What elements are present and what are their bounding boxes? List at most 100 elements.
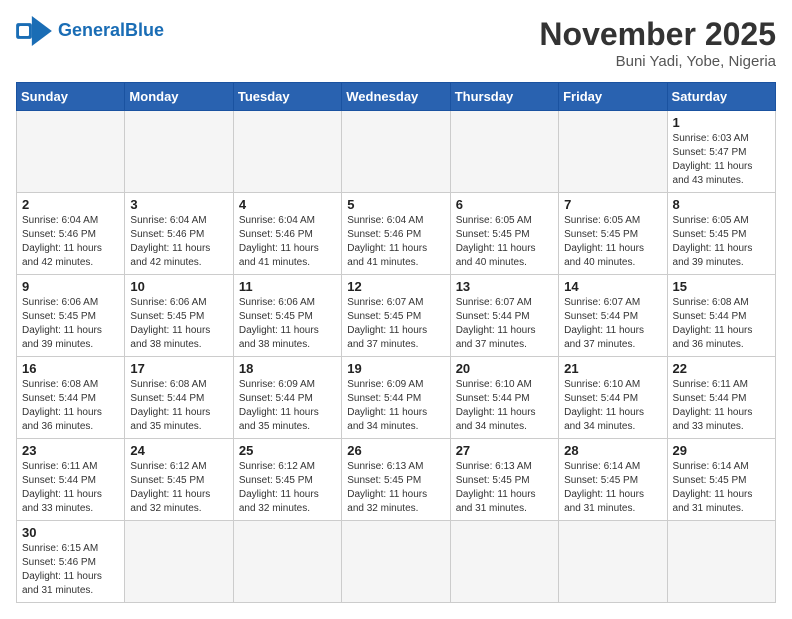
day-info: Sunrise: 6:10 AM Sunset: 5:44 PM Dayligh… [564,378,661,434]
calendar-day-cell: 9 Sunrise: 6:06 AM Sunset: 5:45 PM Daylig… [17,275,125,357]
day-info: Sunrise: 6:06 AM Sunset: 5:45 PM Dayligh… [130,296,227,352]
month-title: November 2025 [539,16,776,53]
day-number: 27 [456,443,553,458]
calendar-day-cell [450,111,558,193]
day-number: 13 [456,279,553,294]
calendar-week-row: 2Sunrise: 6:04 AM Sunset: 5:46 PM Daylig… [17,193,776,275]
calendar-day-cell [125,521,233,603]
day-info: Sunrise: 6:08 AM Sunset: 5:44 PM Dayligh… [22,378,119,434]
day-number: 10 [130,279,227,294]
calendar-day-cell: 27Sunrise: 6:13 AM Sunset: 5:45 PM Dayli… [450,439,558,521]
calendar-day-cell: 20 Sunrise: 6:10 AM Sunset: 5:44 PM Dayli… [450,357,558,439]
day-number: 17 [130,361,227,376]
day-number: 9 [22,279,119,294]
day-info: Sunrise: 6:11 AM Sunset: 5:44 PM Dayligh… [673,378,770,434]
day-info: Sunrise: 6:07 AM Sunset: 5:44 PM Dayligh… [456,296,553,352]
day-number: 7 [564,197,661,212]
calendar-day-cell: 6 Sunrise: 6:05 AM Sunset: 5:45 PM Daylig… [450,193,558,275]
day-number: 24 [130,443,227,458]
day-info: Sunrise: 6:03 AM Sunset: 5:47 PM Dayligh… [673,132,770,188]
calendar-day-cell: 30 Sunrise: 6:15 AM Sunset: 5:46 PM Dayli… [17,521,125,603]
day-number: 18 [239,361,336,376]
day-number: 15 [673,279,770,294]
logo: GeneralBlue [16,16,164,46]
calendar-week-row: 30 Sunrise: 6:15 AM Sunset: 5:46 PM Dayli… [17,521,776,603]
calendar-day-cell: 19Sunrise: 6:09 AM Sunset: 5:44 PM Dayli… [342,357,450,439]
day-number: 12 [347,279,444,294]
day-number: 6 [456,197,553,212]
day-info: Sunrise: 6:04 AM Sunset: 5:46 PM Dayligh… [239,214,336,270]
day-number: 3 [130,197,227,212]
calendar-week-row: 9 Sunrise: 6:06 AM Sunset: 5:45 PM Daylig… [17,275,776,357]
calendar-day-cell: 14 Sunrise: 6:07 AM Sunset: 5:44 PM Dayli… [559,275,667,357]
calendar-day-cell: 7 Sunrise: 6:05 AM Sunset: 5:45 PM Daylig… [559,193,667,275]
calendar-day-cell [233,521,341,603]
calendar-day-cell: 21Sunrise: 6:10 AM Sunset: 5:44 PM Dayli… [559,357,667,439]
calendar-day-cell: 23 Sunrise: 6:11 AM Sunset: 5:44 PM Dayli… [17,439,125,521]
location: Buni Yadi, Yobe, Nigeria [539,53,776,70]
calendar-day-cell: 10 Sunrise: 6:06 AM Sunset: 5:45 PM Dayli… [125,275,233,357]
day-number: 5 [347,197,444,212]
calendar-day-cell [17,111,125,193]
day-number: 20 [456,361,553,376]
calendar-day-cell: 5 Sunrise: 6:04 AM Sunset: 5:46 PM Daylig… [342,193,450,275]
page-header: GeneralBlue November 2025 Buni Yadi, Yob… [16,16,776,70]
calendar-day-cell: 17Sunrise: 6:08 AM Sunset: 5:44 PM Dayli… [125,357,233,439]
calendar-day-cell [342,111,450,193]
calendar-day-cell [559,111,667,193]
title-block: November 2025 Buni Yadi, Yobe, Nigeria [539,16,776,70]
calendar-day-cell: 4 Sunrise: 6:04 AM Sunset: 5:46 PM Daylig… [233,193,341,275]
calendar-day-cell: 25Sunrise: 6:12 AM Sunset: 5:45 PM Dayli… [233,439,341,521]
day-info: Sunrise: 6:15 AM Sunset: 5:46 PM Dayligh… [22,542,119,598]
weekday-header: Monday [125,83,233,111]
day-number: 4 [239,197,336,212]
day-info: Sunrise: 6:08 AM Sunset: 5:44 PM Dayligh… [673,296,770,352]
day-info: Sunrise: 6:04 AM Sunset: 5:46 PM Dayligh… [347,214,444,270]
day-info: Sunrise: 6:05 AM Sunset: 5:45 PM Dayligh… [673,214,770,270]
day-info: Sunrise: 6:05 AM Sunset: 5:45 PM Dayligh… [564,214,661,270]
weekday-header: Sunday [17,83,125,111]
day-number: 8 [673,197,770,212]
day-info: Sunrise: 6:05 AM Sunset: 5:45 PM Dayligh… [456,214,553,270]
day-info: Sunrise: 6:10 AM Sunset: 5:44 PM Dayligh… [456,378,553,434]
day-info: Sunrise: 6:04 AM Sunset: 5:46 PM Dayligh… [22,214,119,270]
day-info: Sunrise: 6:06 AM Sunset: 5:45 PM Dayligh… [239,296,336,352]
logo-blue: Blue [125,20,164,40]
calendar-day-cell: 18 Sunrise: 6:09 AM Sunset: 5:44 PM Dayli… [233,357,341,439]
weekday-header: Saturday [667,83,775,111]
calendar-day-cell [342,521,450,603]
calendar-week-row: 23 Sunrise: 6:11 AM Sunset: 5:44 PM Dayli… [17,439,776,521]
weekday-header: Thursday [450,83,558,111]
calendar-day-cell [667,521,775,603]
day-info: Sunrise: 6:06 AM Sunset: 5:45 PM Dayligh… [22,296,119,352]
calendar-day-cell: 11 Sunrise: 6:06 AM Sunset: 5:45 PM Dayli… [233,275,341,357]
calendar-day-cell: 15 Sunrise: 6:08 AM Sunset: 5:44 PM Dayli… [667,275,775,357]
calendar-day-cell: 29 Sunrise: 6:14 AM Sunset: 5:45 PM Dayli… [667,439,775,521]
calendar-week-row: 1 Sunrise: 6:03 AM Sunset: 5:47 PM Daylig… [17,111,776,193]
calendar-day-cell: 16 Sunrise: 6:08 AM Sunset: 5:44 PM Dayli… [17,357,125,439]
day-info: Sunrise: 6:11 AM Sunset: 5:44 PM Dayligh… [22,460,119,516]
day-number: 1 [673,115,770,130]
day-info: Sunrise: 6:09 AM Sunset: 5:44 PM Dayligh… [239,378,336,434]
day-number: 23 [22,443,119,458]
calendar-day-cell [559,521,667,603]
calendar-day-cell: 26Sunrise: 6:13 AM Sunset: 5:45 PM Dayli… [342,439,450,521]
weekday-header: Friday [559,83,667,111]
weekday-header: Wednesday [342,83,450,111]
day-info: Sunrise: 6:04 AM Sunset: 5:46 PM Dayligh… [130,214,227,270]
day-number: 11 [239,279,336,294]
day-number: 28 [564,443,661,458]
day-info: Sunrise: 6:14 AM Sunset: 5:45 PM Dayligh… [673,460,770,516]
calendar-day-cell: 13 Sunrise: 6:07 AM Sunset: 5:44 PM Dayli… [450,275,558,357]
day-number: 14 [564,279,661,294]
day-info: Sunrise: 6:07 AM Sunset: 5:44 PM Dayligh… [564,296,661,352]
calendar-week-row: 16 Sunrise: 6:08 AM Sunset: 5:44 PM Dayli… [17,357,776,439]
logo-icon [16,16,52,46]
day-number: 16 [22,361,119,376]
logo-general: General [58,20,125,40]
day-number: 25 [239,443,336,458]
weekday-header-row: SundayMondayTuesdayWednesdayThursdayFrid… [17,83,776,111]
weekday-header: Tuesday [233,83,341,111]
day-number: 29 [673,443,770,458]
day-number: 30 [22,525,119,540]
